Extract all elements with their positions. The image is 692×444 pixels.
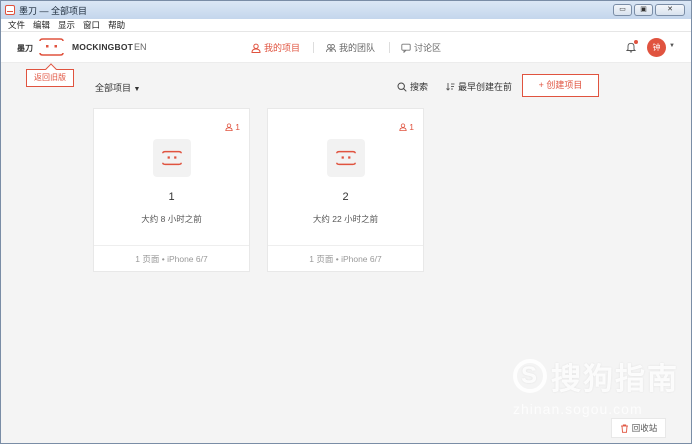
language-toggle[interactable]: EN <box>134 42 147 52</box>
chat-icon <box>401 43 411 53</box>
brand-en: MOCKINGBOT <box>72 42 134 52</box>
member-count-value: 1 <box>409 122 414 132</box>
menu-window[interactable]: 窗口 <box>83 19 100 31</box>
chevron-down-icon[interactable]: ▼ <box>669 43 675 49</box>
close-button[interactable]: ✕ <box>655 4 685 16</box>
project-card[interactable]: 1 2 大约 22 小时之前 1 页面 • iPhone 6/7 <box>267 108 424 272</box>
window-title: 墨刀 — 全部项目 <box>19 5 88 16</box>
create-project-button[interactable]: + 创建项目 <box>522 74 599 97</box>
trash-icon <box>620 424 628 433</box>
search-button[interactable]: 搜索 <box>397 80 428 93</box>
nav-label: 我的项目 <box>264 43 301 53</box>
notification-dot <box>634 40 638 44</box>
member-count: 1 <box>225 122 240 132</box>
caret-down-icon: ▼ <box>133 86 141 93</box>
search-label: 搜索 <box>410 82 429 92</box>
menu-help[interactable]: 帮助 <box>108 19 125 31</box>
back-to-old-version-button[interactable]: 返回旧版 <box>26 69 74 87</box>
member-count-value: 1 <box>235 122 240 132</box>
sogou-logo-icon: S <box>513 359 547 393</box>
sort-label: 最早创建在前 <box>458 82 513 92</box>
project-time: 大约 8 小时之前 <box>141 214 202 224</box>
app-icon <box>5 5 15 15</box>
project-meta: 1 页面 • iPhone 6/7 <box>268 245 423 271</box>
filter-label: 全部项目 <box>95 83 132 93</box>
menu-edit[interactable]: 编辑 <box>33 19 50 31</box>
member-count: 1 <box>399 122 414 132</box>
mockingbot-logo <box>162 150 182 166</box>
sort-button[interactable]: 最早创建在前 <box>446 80 512 93</box>
brand-cn: 墨刀 <box>17 44 33 53</box>
project-time: 大约 22 小时之前 <box>312 214 379 224</box>
sogou-watermark: S 搜狗指南 <box>513 354 679 398</box>
trash-label: 回收站 <box>631 423 658 433</box>
nav-label: 讨论区 <box>414 43 442 53</box>
menu-view[interactable]: 显示 <box>58 19 75 31</box>
app-content: 墨刀 MOCKINGBOT EN 我的项目 我的团队 讨论区 钟 ▼ 返回旧版 … <box>1 32 691 443</box>
project-meta: 1 页面 • iPhone 6/7 <box>94 245 249 271</box>
mockingbot-logo <box>336 150 356 166</box>
nav-label: 我的团队 <box>339 43 376 53</box>
project-card[interactable]: 1 1 大约 8 小时之前 1 页面 • iPhone 6/7 <box>93 108 250 272</box>
person-icon <box>225 123 233 131</box>
menu-file[interactable]: 文件 <box>8 19 25 31</box>
watermark-url: zhinan.sogou.com <box>513 401 643 417</box>
title-bar: 墨刀 — 全部项目 ▭ ▣ ✕ <box>1 1 691 19</box>
maximize-button[interactable]: ▣ <box>634 4 653 16</box>
top-navigation: 墨刀 MOCKINGBOT EN 我的项目 我的团队 讨论区 钟 ▼ <box>1 32 691 63</box>
nav-divider <box>389 42 390 53</box>
watermark-text: 搜狗指南 <box>551 363 679 396</box>
project-name: 1 <box>168 191 175 203</box>
person-icon <box>251 43 261 53</box>
nav-my-projects[interactable]: 我的项目 <box>251 41 300 54</box>
sort-icon <box>446 83 455 91</box>
project-name: 2 <box>342 191 349 203</box>
mockingbot-logo[interactable] <box>37 37 66 57</box>
minimize-button[interactable]: ▭ <box>613 4 632 16</box>
avatar[interactable]: 钟 <box>647 38 666 57</box>
search-icon <box>397 81 407 92</box>
person-icon <box>399 123 407 131</box>
team-icon <box>326 43 336 52</box>
project-filter-dropdown[interactable]: 全部项目 ▼ <box>95 81 140 94</box>
project-thumbnail <box>153 139 191 177</box>
menu-bar: 文件 编辑 显示 窗口 帮助 <box>1 19 691 32</box>
nav-divider <box>313 42 314 53</box>
trash-button[interactable]: 回收站 <box>611 418 666 438</box>
nav-my-team[interactable]: 我的团队 <box>326 41 375 54</box>
nav-discussion[interactable]: 讨论区 <box>401 41 441 54</box>
window-controls: ▭ ▣ ✕ <box>613 4 685 16</box>
project-thumbnail <box>327 139 365 177</box>
create-label: 创建项目 <box>546 80 583 90</box>
